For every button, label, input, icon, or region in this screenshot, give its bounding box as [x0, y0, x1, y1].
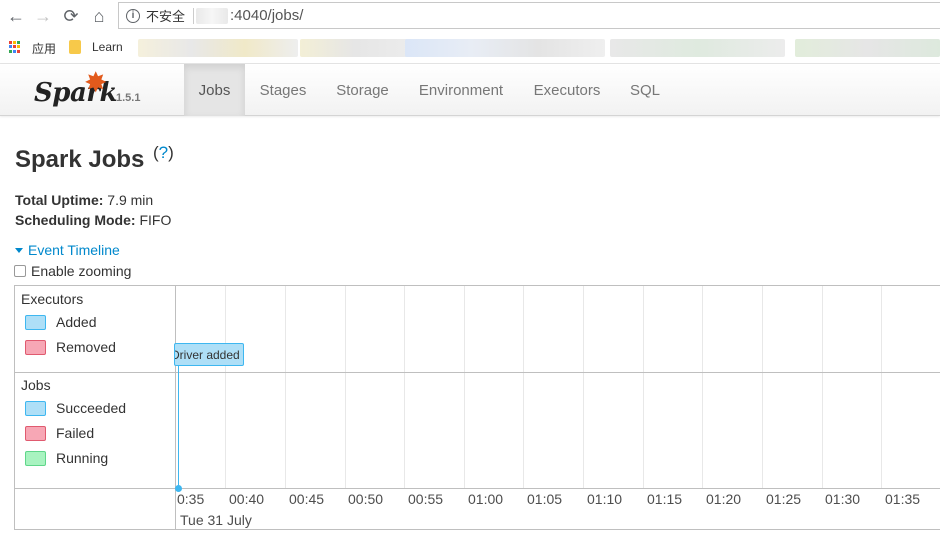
added-swatch — [25, 314, 46, 330]
enable-zooming[interactable]: Enable zooming — [14, 263, 131, 279]
group-separator — [15, 372, 940, 373]
redacted-bookmarks — [795, 39, 940, 57]
bookmark-apps[interactable]: 应用 — [32, 40, 56, 57]
grid-line — [583, 286, 584, 488]
legend-failed: Failed — [25, 425, 94, 441]
help-link[interactable]: (?) — [153, 143, 174, 163]
tab-executors[interactable]: Executors — [524, 64, 610, 116]
legend-succeeded: Succeeded — [25, 400, 126, 416]
page-title: Spark Jobs — [15, 146, 145, 173]
axis-tick: 00:40 — [229, 491, 265, 507]
redacted-bookmarks — [138, 39, 298, 57]
driver-added-label: Driver added — [174, 347, 240, 362]
axis-tick: 01:00 — [468, 491, 504, 507]
axis-tick: 01:20 — [706, 491, 742, 507]
url-text[interactable]: :4040/jobs/ — [230, 7, 303, 24]
axis-tick: 00:45 — [289, 491, 325, 507]
removed-swatch — [25, 339, 46, 355]
axis-tick: 00:50 — [348, 491, 384, 507]
grid-line — [523, 286, 524, 488]
legend-failed-label: Failed — [56, 425, 95, 441]
axis-separator — [15, 488, 940, 489]
legend-removed: Removed — [25, 339, 116, 355]
bookmark-learn[interactable]: Learn — [92, 40, 123, 54]
event-timeline[interactable]: Executors Added Removed Jobs Succeeded F… — [14, 285, 940, 530]
grid-line — [345, 286, 346, 488]
running-swatch — [25, 450, 46, 466]
apps-grid-icon[interactable] — [9, 41, 21, 53]
grid-line — [464, 286, 465, 488]
axis-tick: 01:10 — [587, 491, 623, 507]
info-icon[interactable]: i — [126, 8, 140, 23]
caret-down-icon — [15, 247, 23, 253]
total-uptime: Total Uptime: 7.9 min — [15, 192, 153, 208]
grid-line — [225, 286, 226, 488]
grid-line — [404, 286, 405, 488]
tab-jobs[interactable]: Jobs — [184, 64, 245, 116]
folder-icon — [69, 40, 81, 54]
axis-tick: 01:25 — [766, 491, 802, 507]
legend-added: Added — [25, 314, 96, 330]
legend-running: Running — [25, 450, 108, 466]
grid-line — [881, 286, 882, 488]
home-button[interactable]: ⌂ — [88, 5, 110, 27]
help-icon[interactable]: ? — [159, 143, 168, 162]
redacted-bookmarks — [610, 39, 785, 57]
redacted-bookmarks — [405, 39, 605, 57]
uptime-value: 7.9 min — [107, 192, 154, 208]
tab-environment[interactable]: Environment — [408, 64, 514, 116]
succeeded-swatch — [25, 400, 46, 416]
grid-line — [285, 286, 286, 488]
legend-succeeded-label: Succeeded — [56, 400, 127, 416]
event-timeline-label: Event Timeline — [28, 242, 120, 258]
failed-swatch — [25, 425, 46, 441]
zoom-label: Enable zooming — [31, 263, 132, 279]
redacted-host — [196, 7, 229, 24]
driver-added-event[interactable]: Driver added — [174, 343, 244, 366]
spark-star-icon: ✸ — [84, 67, 108, 98]
mode-value: FIFO — [139, 212, 172, 228]
grid-line — [762, 286, 763, 488]
grid-line — [643, 286, 644, 488]
grid-line — [822, 286, 823, 488]
legend-added-label: Added — [56, 314, 97, 330]
tab-sql[interactable]: SQL — [620, 64, 670, 116]
axis-tick: 01:35 — [885, 491, 921, 507]
grid-line — [702, 286, 703, 488]
jobs-group-title: Jobs — [21, 377, 51, 393]
back-button[interactable]: ← — [5, 5, 27, 27]
axis-tick: 01:30 — [825, 491, 861, 507]
tab-storage[interactable]: Storage — [325, 64, 400, 116]
zoom-checkbox[interactable] — [14, 265, 26, 277]
security-label: 不安全 — [146, 9, 186, 24]
spark-version: 1.5.1 — [116, 92, 141, 104]
tab-stages[interactable]: Stages — [248, 64, 318, 116]
axis-date-label: Tue 31 July — [180, 512, 252, 528]
address-bar[interactable]: i 不安全 :4040/jobs/ — [118, 2, 940, 29]
mode-label: Scheduling Mode: — [15, 212, 136, 228]
axis-tick: 01:15 — [647, 491, 683, 507]
address-separator — [193, 7, 195, 24]
event-marker-line — [178, 366, 179, 487]
axis-tick: 00:55 — [408, 491, 444, 507]
legend-removed-label: Removed — [56, 339, 116, 355]
axis-tick: 0:35 — [177, 491, 205, 507]
redacted-bookmarks — [300, 39, 410, 57]
forward-button[interactable]: → — [32, 5, 54, 27]
scheduling-mode: Scheduling Mode: FIFO — [15, 212, 171, 228]
uptime-label: Total Uptime: — [15, 192, 104, 208]
reload-button[interactable]: ⟳ — [60, 5, 82, 27]
event-timeline-toggle[interactable]: Event Timeline — [15, 242, 120, 258]
legend-running-label: Running — [56, 450, 109, 466]
executors-group-title: Executors — [21, 291, 84, 307]
axis-tick: 01:05 — [527, 491, 563, 507]
